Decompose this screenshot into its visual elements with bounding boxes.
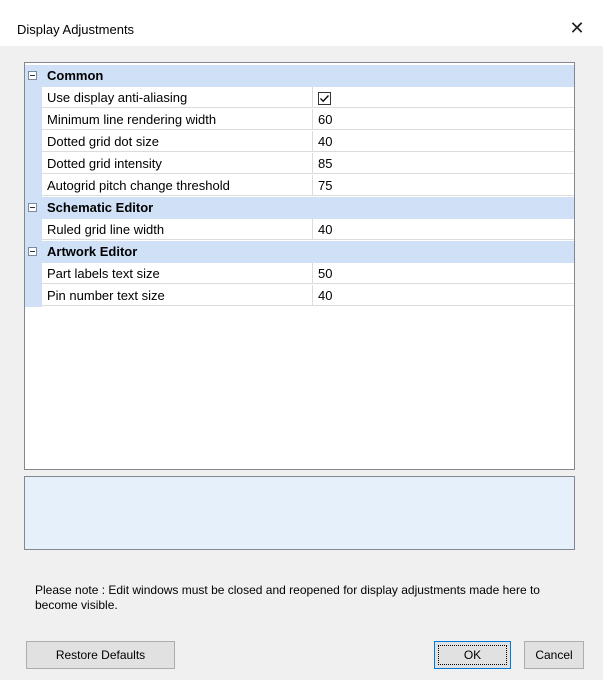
property-name: Ruled grid line width — [42, 219, 313, 240]
property-name: Autogrid pitch change threshold — [42, 175, 313, 196]
property-value[interactable]: 60 — [313, 109, 574, 130]
window-title: Display Adjustments — [17, 22, 135, 37]
category-artwork-editor[interactable]: Artwork Editor — [25, 241, 574, 263]
property-row-ruled-line-width[interactable]: Ruled grid line width 40 — [25, 219, 574, 241]
category-label: Schematic Editor — [47, 200, 154, 215]
cancel-button[interactable]: Cancel — [524, 641, 584, 669]
property-grid[interactable]: Common Use display anti-aliasing Minimum… — [24, 62, 575, 470]
property-name: Part labels text size — [42, 263, 313, 284]
property-value[interactable] — [313, 87, 574, 108]
description-panel — [24, 476, 575, 550]
property-name: Dotted grid intensity — [42, 153, 313, 174]
property-row-anti-aliasing[interactable]: Use display anti-aliasing — [25, 87, 574, 109]
property-row-grid-intensity[interactable]: Dotted grid intensity 85 — [25, 153, 574, 175]
category-label: Artwork Editor — [47, 244, 138, 259]
property-row-dot-size[interactable]: Dotted grid dot size 40 — [25, 131, 574, 153]
property-value[interactable]: 40 — [313, 219, 574, 240]
property-value[interactable]: 50 — [313, 263, 574, 284]
close-icon: ✕ — [569, 18, 585, 38]
property-value[interactable]: 40 — [313, 131, 574, 152]
restart-note: Please note : Edit windows must be close… — [35, 583, 540, 612]
property-name: Minimum line rendering width — [42, 109, 313, 130]
property-name: Dotted grid dot size — [42, 131, 313, 152]
property-value[interactable]: 75 — [313, 175, 574, 196]
property-name: Use display anti-aliasing — [42, 87, 313, 108]
collapse-icon[interactable] — [28, 247, 37, 256]
property-row-pin-number-size[interactable]: Pin number text size 40 — [25, 285, 574, 307]
category-label: Common — [47, 68, 104, 83]
restore-defaults-button[interactable]: Restore Defaults — [26, 641, 175, 669]
close-button[interactable]: ✕ — [560, 14, 594, 42]
category-schematic-editor[interactable]: Schematic Editor — [25, 197, 574, 219]
ok-button-label: OK — [438, 645, 507, 665]
collapse-icon[interactable] — [28, 203, 37, 212]
title-bar: Display Adjustments ✕ — [0, 0, 603, 46]
property-row-autogrid-threshold[interactable]: Autogrid pitch change threshold 75 — [25, 175, 574, 197]
property-name: Pin number text size — [42, 285, 313, 306]
property-row-min-line-width[interactable]: Minimum line rendering width 60 — [25, 109, 574, 131]
ok-button[interactable]: OK — [434, 641, 511, 669]
anti-aliasing-checkbox[interactable] — [318, 92, 331, 105]
property-row-part-label-size[interactable]: Part labels text size 50 — [25, 263, 574, 285]
checkmark-icon — [320, 95, 329, 103]
property-value[interactable]: 85 — [313, 153, 574, 174]
collapse-icon[interactable] — [28, 71, 37, 80]
category-common[interactable]: Common — [25, 65, 574, 87]
property-value[interactable]: 40 — [313, 285, 574, 306]
